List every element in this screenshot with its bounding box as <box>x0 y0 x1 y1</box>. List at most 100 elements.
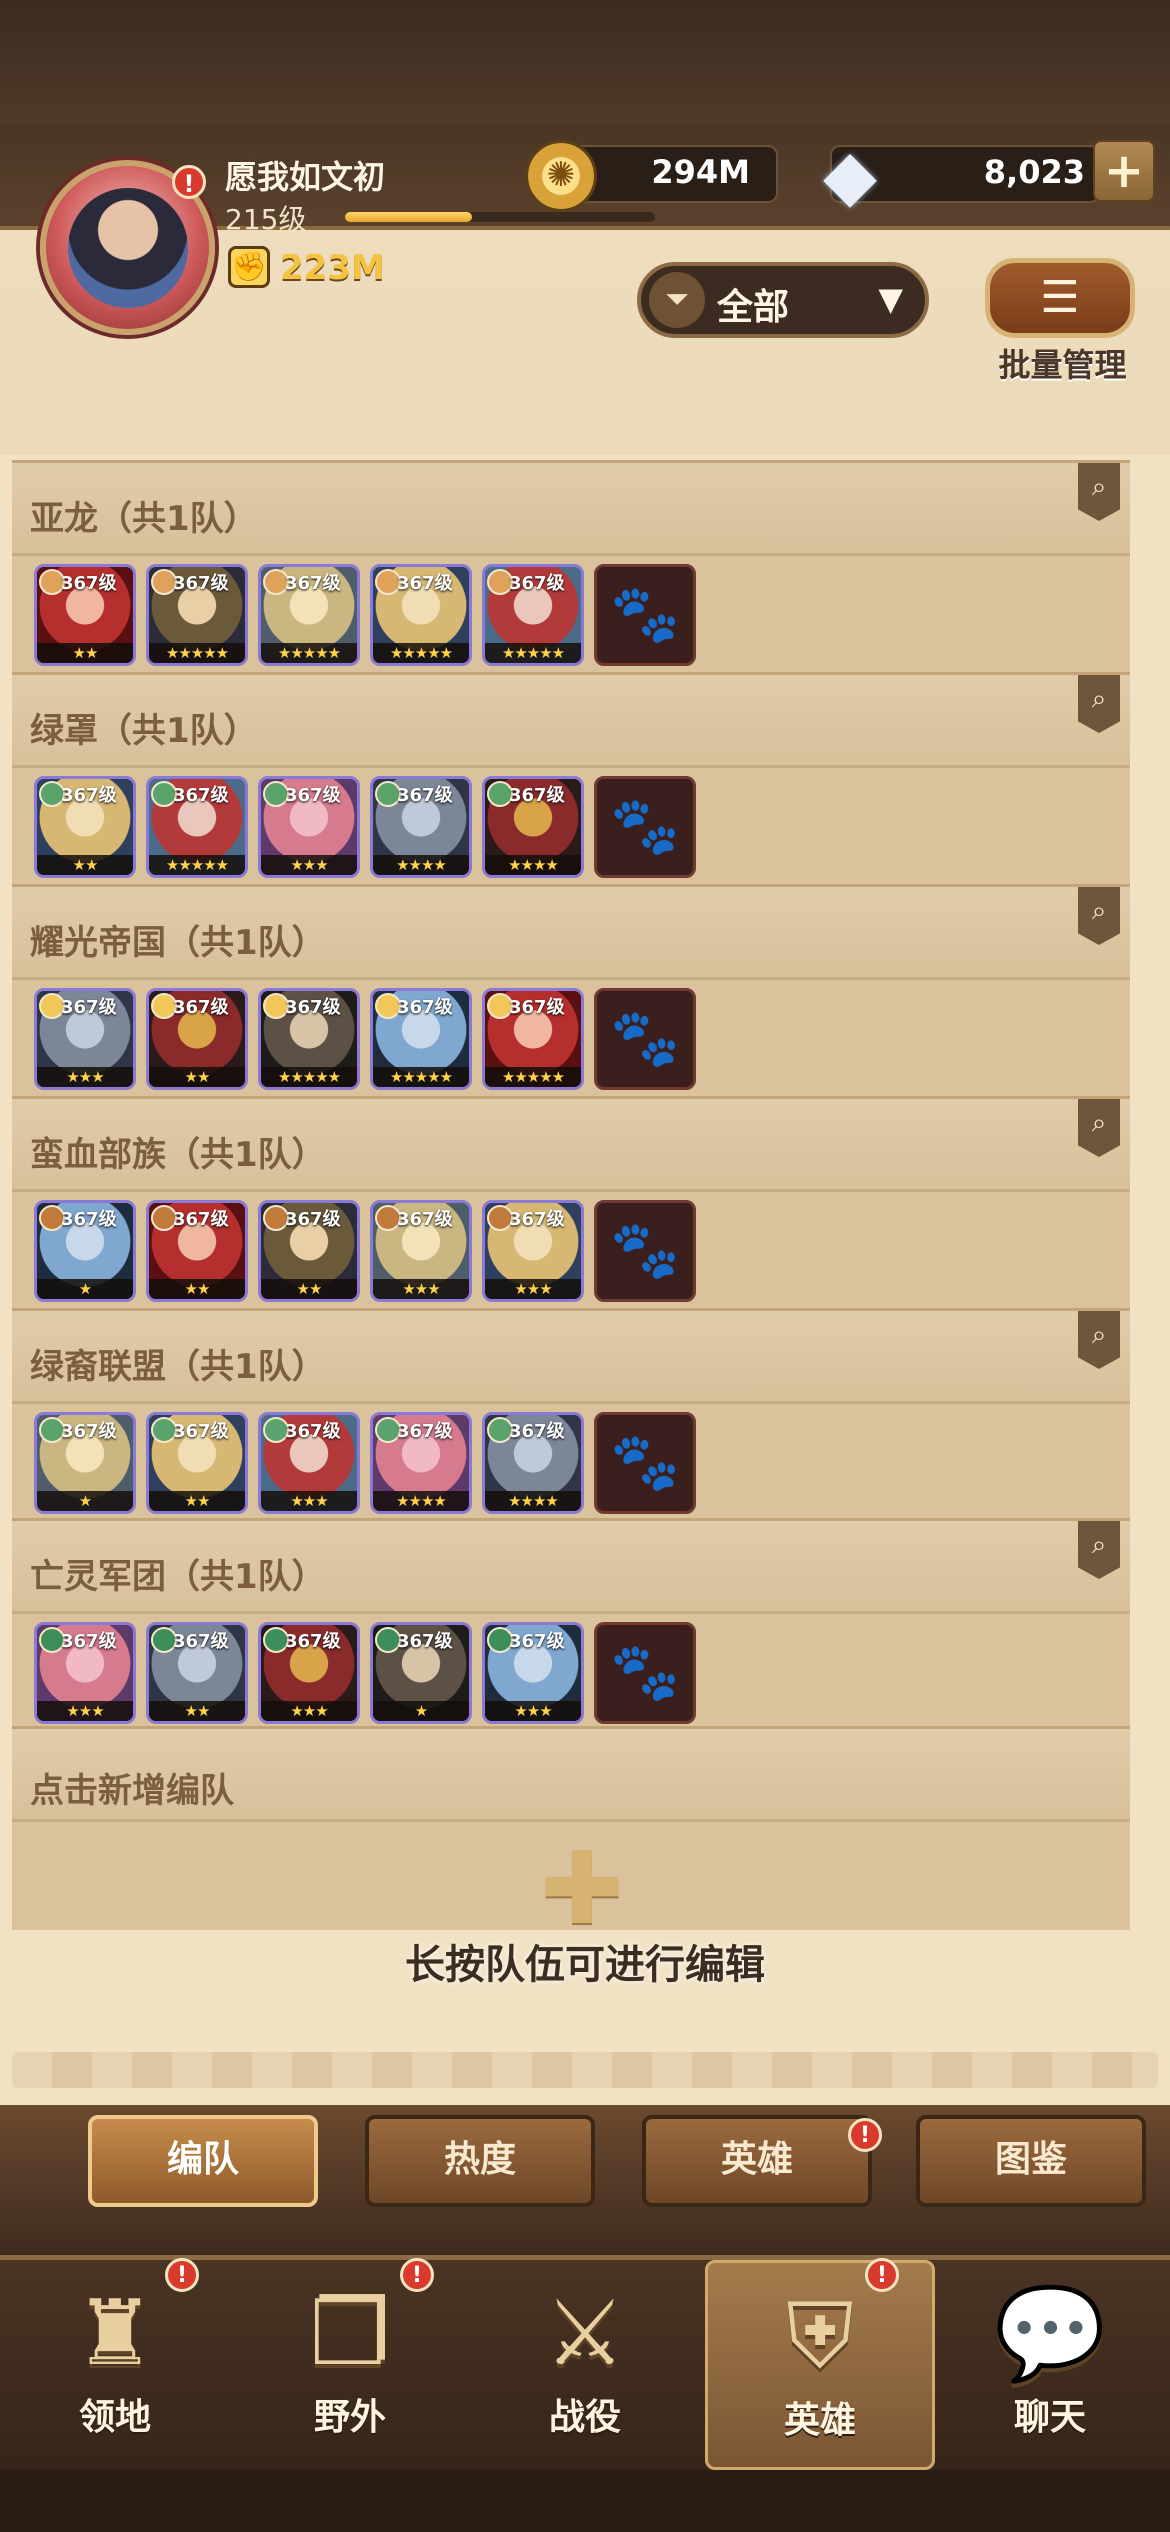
hero-level: 367级 <box>509 1631 565 1652</box>
faction-header: 绿罩（共1队） ⌕ <box>12 672 1130 768</box>
search-icon[interactable]: ⌕ <box>1078 1521 1120 1579</box>
tab-formation[interactable]: 编队 <box>88 2115 318 2207</box>
hero-level: 367级 <box>61 997 117 1018</box>
pet-slot-paw-icon[interactable]: 🐾 <box>594 1200 696 1302</box>
hero-slot[interactable]: 367级 ★★★★★ <box>146 564 248 666</box>
hero-slot[interactable]: 367级 ★★ <box>146 1412 248 1514</box>
hero-slot[interactable]: 367级 ★★ <box>258 1200 360 1302</box>
faction-header: 耀光帝国（共1队） ⌕ <box>12 884 1130 980</box>
hero-stars: ★★★ <box>261 1491 357 1511</box>
hero-slot[interactable]: 367级 ★★★★★ <box>146 776 248 878</box>
nav-wild-alert-badge: ! <box>400 2258 434 2292</box>
hero-slot[interactable]: 367级 ★★ <box>34 564 136 666</box>
hero-slot[interactable]: 367级 ★★★ <box>258 1412 360 1514</box>
hero-stars: ★★★★ <box>485 1491 581 1511</box>
nav-heroes[interactable]: ⛨ 英雄 <box>705 2260 935 2470</box>
hero-slot[interactable]: 367级 ★★★★ <box>482 776 584 878</box>
hero-slot[interactable]: 367级 ★★★★ <box>370 776 472 878</box>
nav-territory-alert-badge: ! <box>165 2258 199 2292</box>
search-icon[interactable]: ⌕ <box>1078 887 1120 945</box>
search-icon[interactable]: ⌕ <box>1078 1099 1120 1157</box>
search-icon[interactable]: ⌕ <box>1078 675 1120 733</box>
faction-title: 耀光帝国（共1队） <box>30 923 326 963</box>
hero-slot[interactable]: 367级 ★★★ <box>34 1622 136 1724</box>
faction-title: 绿裔联盟（共1队） <box>30 1347 326 1387</box>
team-row[interactable]: 367级 ★ 367级 ★★ 367级 ★★★ 367级 ★★★★ 367级 ★★★★ 🐾 <box>12 1404 1130 1520</box>
hero-slot[interactable]: 367级 ★★ <box>34 776 136 878</box>
hero-slot[interactable]: 367级 ★★★ <box>370 1200 472 1302</box>
hero-level: 367级 <box>61 1209 117 1230</box>
hero-level: 367级 <box>285 1631 341 1652</box>
hero-slot[interactable]: 367级 ★★★★★ <box>258 988 360 1090</box>
faction-header: 绿裔联盟（共1队） ⌕ <box>12 1308 1130 1404</box>
diamond-value: 8,023 <box>983 153 1085 191</box>
pet-slot-paw-icon[interactable]: 🐾 <box>594 776 696 878</box>
nav-heroes-alert-badge: ! <box>865 2258 899 2292</box>
hero-stars: ★★★★★ <box>261 1067 357 1087</box>
hero-slot[interactable]: 367级 ★★★ <box>482 1200 584 1302</box>
hero-slot[interactable]: 367级 ★★★★★ <box>370 988 472 1090</box>
pet-slot-paw-icon[interactable]: 🐾 <box>594 1412 696 1514</box>
new-team-header: 点击新增编队 <box>12 1726 1130 1822</box>
hero-stars: ★★★★ <box>373 855 469 875</box>
hero-slot[interactable]: 367级 ★★★★★ <box>370 564 472 666</box>
hero-slot[interactable]: 367级 ★★ <box>146 988 248 1090</box>
faction-group[interactable]: 蛮血部族（共1队） ⌕ 367级 ★ 367级 ★★ 367级 ★★ 367级 ★★★ 367级 ★★… <box>12 1096 1130 1308</box>
hero-slot[interactable]: 367级 ★★★ <box>258 1622 360 1724</box>
hero-slot[interactable]: 367级 ★ <box>34 1412 136 1514</box>
nav-wild[interactable]: ❐ 野外 <box>235 2260 465 2470</box>
hero-slot[interactable]: 367级 ★ <box>34 1200 136 1302</box>
tab-heroes[interactable]: 英雄 <box>642 2115 872 2207</box>
team-row[interactable]: 367级 ★ 367级 ★★ 367级 ★★ 367级 ★★★ 367级 ★★★ 🐾 <box>12 1192 1130 1308</box>
team-row[interactable]: 367级 ★★ 367级 ★★★★★ 367级 ★★★ 367级 ★★★★ 367级 ★★★★ 🐾 <box>12 768 1130 884</box>
faction-filter-dropdown[interactable]: ⏷ 全部 ▼ <box>637 262 929 338</box>
add-diamond-button[interactable]: + <box>1093 140 1155 202</box>
hero-stars: ★★★★★ <box>261 643 357 663</box>
nav-chat[interactable]: 💬 聊天 <box>935 2260 1165 2470</box>
tab-popularity[interactable]: 热度 <box>365 2115 595 2207</box>
hero-slot[interactable]: 367级 ★★ <box>146 1200 248 1302</box>
nav-territory[interactable]: ♜ 领地 <box>0 2260 230 2470</box>
nav-label: 英雄 <box>783 2400 856 2441</box>
hero-stars: ★★ <box>149 1701 245 1721</box>
hero-slot[interactable]: 367级 ★★★ <box>34 988 136 1090</box>
hero-stars: ★★★★★ <box>373 1067 469 1087</box>
hero-level: 367级 <box>397 1631 453 1652</box>
search-icon[interactable]: ⌕ <box>1078 1311 1120 1369</box>
hero-level: 367级 <box>285 785 341 806</box>
team-row[interactable]: 367级 ★★★ 367级 ★★ 367级 ★★★★★ 367级 ★★★★★ 367级 ★★★★★… <box>12 980 1130 1096</box>
tab-codex[interactable]: 图鉴 <box>916 2115 1146 2207</box>
batch-manage-button[interactable]: ☰ <box>985 258 1135 338</box>
hero-stars: ★★★★★ <box>485 1067 581 1087</box>
search-icon[interactable]: ⌕ <box>1078 463 1120 521</box>
hero-slot[interactable]: 367级 ★★★ <box>482 1622 584 1724</box>
faction-title: 亡灵军团（共1队） <box>30 1557 326 1597</box>
hero-slot[interactable]: 367级 ★★★ <box>258 776 360 878</box>
hero-stars: ★★★★ <box>485 855 581 875</box>
hero-stars: ★★★ <box>485 1701 581 1721</box>
team-row[interactable]: 367级 ★★ 367级 ★★★★★ 367级 ★★★★★ 367级 ★★★★★ 367级 ★★★… <box>12 556 1130 672</box>
hero-slot[interactable]: 367级 ★ <box>370 1622 472 1724</box>
hero-slot[interactable]: 367级 ★★★★ <box>482 1412 584 1514</box>
knight-helmet-icon: ⛨ <box>786 2284 854 2389</box>
hero-slot[interactable]: 367级 ★★ <box>146 1622 248 1724</box>
pet-slot-paw-icon[interactable]: 🐾 <box>594 564 696 666</box>
faction-title: 亚龙（共1队） <box>30 499 258 539</box>
faction-group[interactable]: 亡灵军团（共1队） ⌕ 367级 ★★★ 367级 ★★ 367级 ★★★ 367级 ★ 367级 ★… <box>12 1518 1130 1730</box>
faction-group[interactable]: 亚龙（共1队） ⌕ 367级 ★★ 367级 ★★★★★ 367级 ★★★★★ 367级 ★★★★… <box>12 460 1130 672</box>
faction-group[interactable]: 耀光帝国（共1队） ⌕ 367级 ★★★ 367级 ★★ 367级 ★★★★★ 367级 ★★★★… <box>12 884 1130 1096</box>
hero-slot[interactable]: 367级 ★★★★★ <box>258 564 360 666</box>
hero-slot[interactable]: 367级 ★★★★ <box>370 1412 472 1514</box>
add-team-icon[interactable]: ✚ <box>532 1839 632 1939</box>
faction-group[interactable]: 绿裔联盟（共1队） ⌕ 367级 ★ 367级 ★★ 367级 ★★★ 367级 ★★★★ 367级… <box>12 1308 1130 1520</box>
nav-campaign[interactable]: ⚔ 战役 <box>470 2260 700 2470</box>
hero-slot[interactable]: 367级 ★★★★★ <box>482 564 584 666</box>
faction-group[interactable]: 绿罩（共1队） ⌕ 367级 ★★ 367级 ★★★★★ 367级 ★★★ 367级 ★★★★ 36… <box>12 672 1130 884</box>
hero-slot[interactable]: 367级 ★★★★★ <box>482 988 584 1090</box>
pet-slot-paw-icon[interactable]: 🐾 <box>594 988 696 1090</box>
hero-level: 367级 <box>509 997 565 1018</box>
new-team-section[interactable]: 点击新增编队 ✚ <box>12 1726 1130 1939</box>
pet-slot-paw-icon[interactable]: 🐾 <box>594 1622 696 1724</box>
team-row[interactable]: 367级 ★★★ 367级 ★★ 367级 ★★★ 367级 ★ 367级 ★★★ 🐾 <box>12 1614 1130 1730</box>
hero-level: 367级 <box>173 573 229 594</box>
